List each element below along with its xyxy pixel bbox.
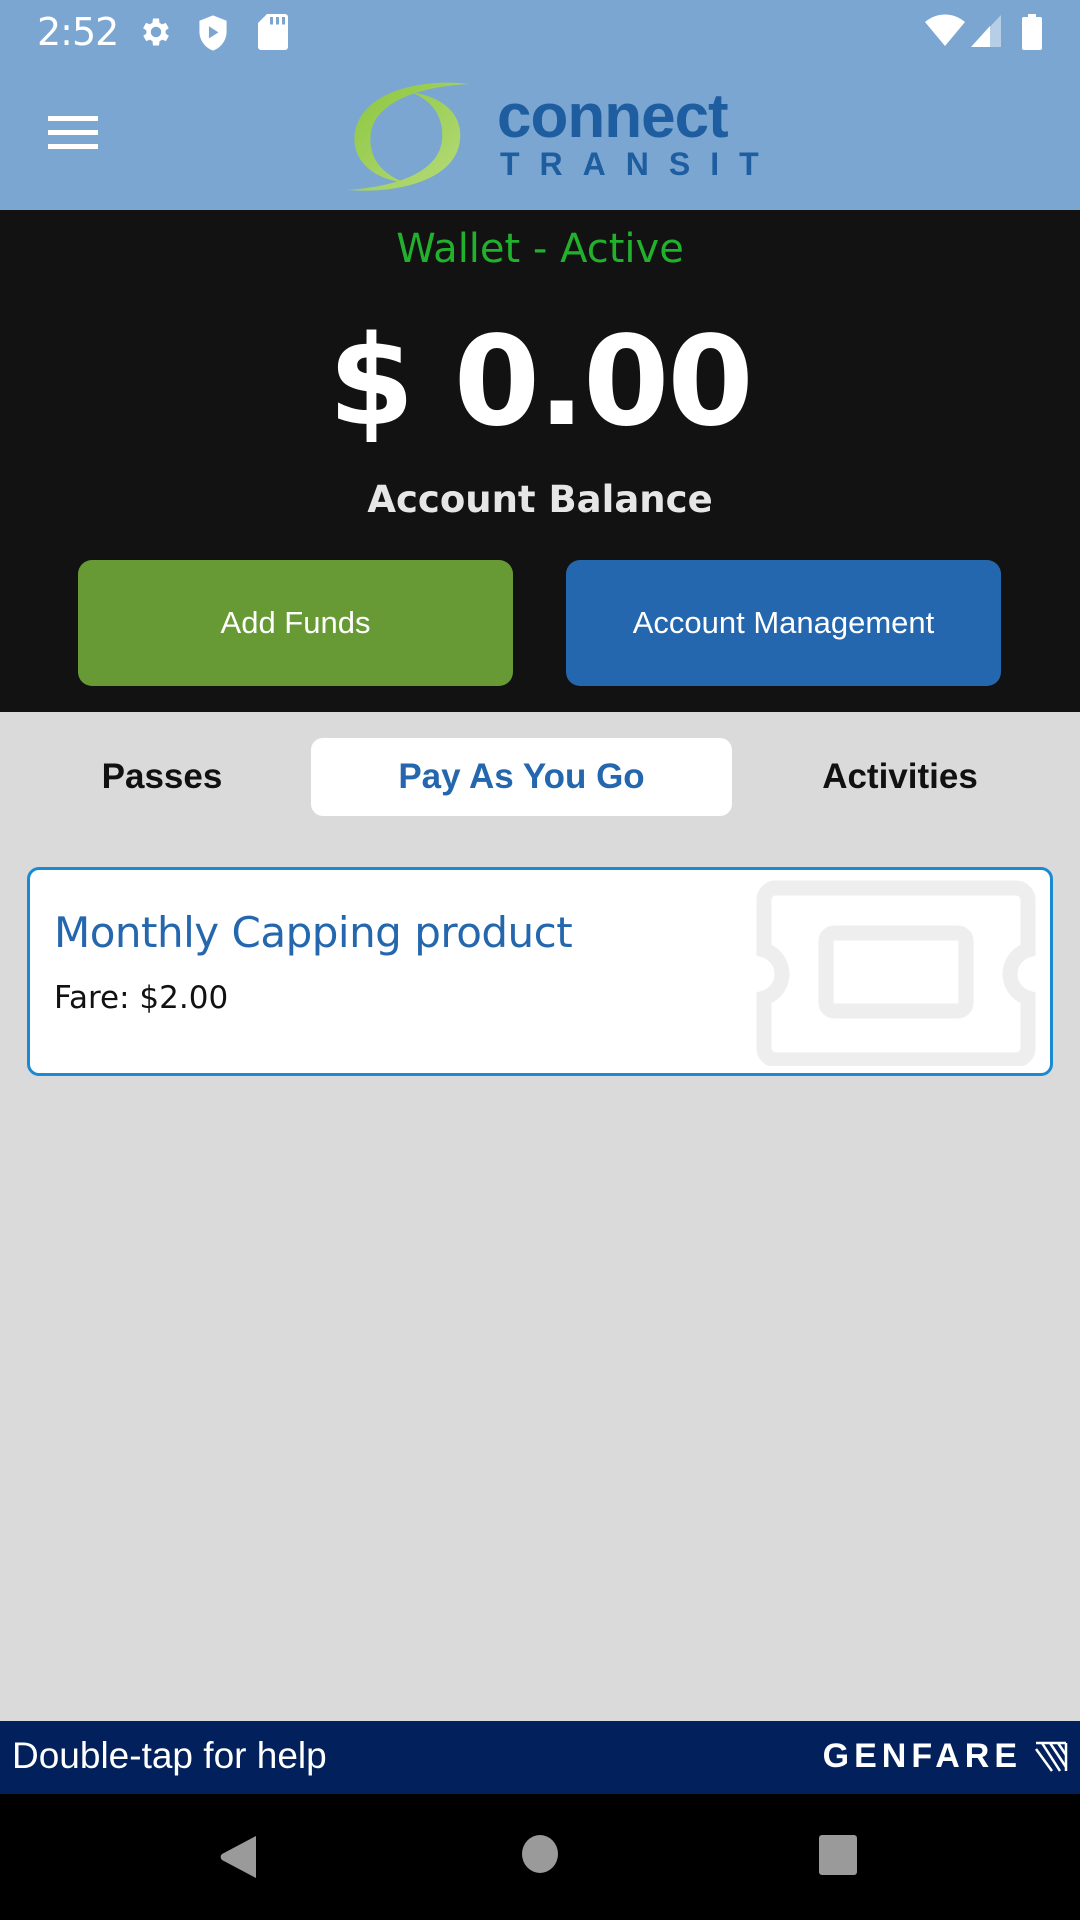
- tab-passes[interactable]: Passes: [52, 738, 272, 816]
- connect-transit-logo: connect TRANSIT: [340, 80, 759, 195]
- logo-connect-text: connect: [497, 82, 729, 151]
- logo-swoosh-icon: [348, 82, 470, 191]
- shield-play-icon: [199, 15, 227, 51]
- product-title: Monthly Capping product: [54, 908, 573, 957]
- help-bar: Double-tap for help GENFARE: [0, 1721, 1080, 1794]
- add-funds-button[interactable]: Add Funds: [78, 560, 513, 686]
- back-icon[interactable]: [218, 1834, 258, 1880]
- status-time: 2:52: [37, 10, 119, 54]
- wifi-icon: [925, 14, 965, 46]
- sd-card-icon: [258, 14, 288, 50]
- ticket-icon: [756, 880, 1036, 1066]
- system-nav-bar: [0, 1794, 1080, 1920]
- battery-icon: [1022, 14, 1042, 50]
- recents-icon[interactable]: [818, 1834, 858, 1876]
- hamburger-menu-icon[interactable]: [48, 116, 98, 156]
- product-card[interactable]: Monthly Capping product Fare: $2.00: [27, 867, 1053, 1076]
- help-text[interactable]: Double-tap for help: [12, 1735, 327, 1777]
- home-icon[interactable]: [520, 1834, 560, 1874]
- genfare-mark-icon: [1034, 1741, 1068, 1772]
- genfare-logo: GENFARE: [822, 1737, 1022, 1775]
- status-bar: 2:52: [0, 0, 1080, 64]
- cell-signal-icon: [971, 15, 1001, 47]
- wallet-status: Wallet - Active: [396, 226, 684, 272]
- tab-bar: Passes Pay As You Go Activities: [0, 712, 1080, 852]
- tab-pay-as-you-go[interactable]: Pay As You Go: [311, 738, 732, 816]
- tab-activities[interactable]: Activities: [780, 738, 1020, 816]
- account-balance-label: Account Balance: [367, 478, 713, 521]
- logo-transit-text: TRANSIT: [500, 146, 779, 182]
- account-balance-value: $ 0.00: [328, 310, 753, 454]
- account-management-button[interactable]: Account Management: [566, 560, 1001, 686]
- wallet-panel: Wallet - Active $ 0.00 Account Balance A…: [0, 210, 1080, 712]
- gear-icon: [143, 18, 169, 46]
- product-fare: Fare: $2.00: [54, 980, 229, 1016]
